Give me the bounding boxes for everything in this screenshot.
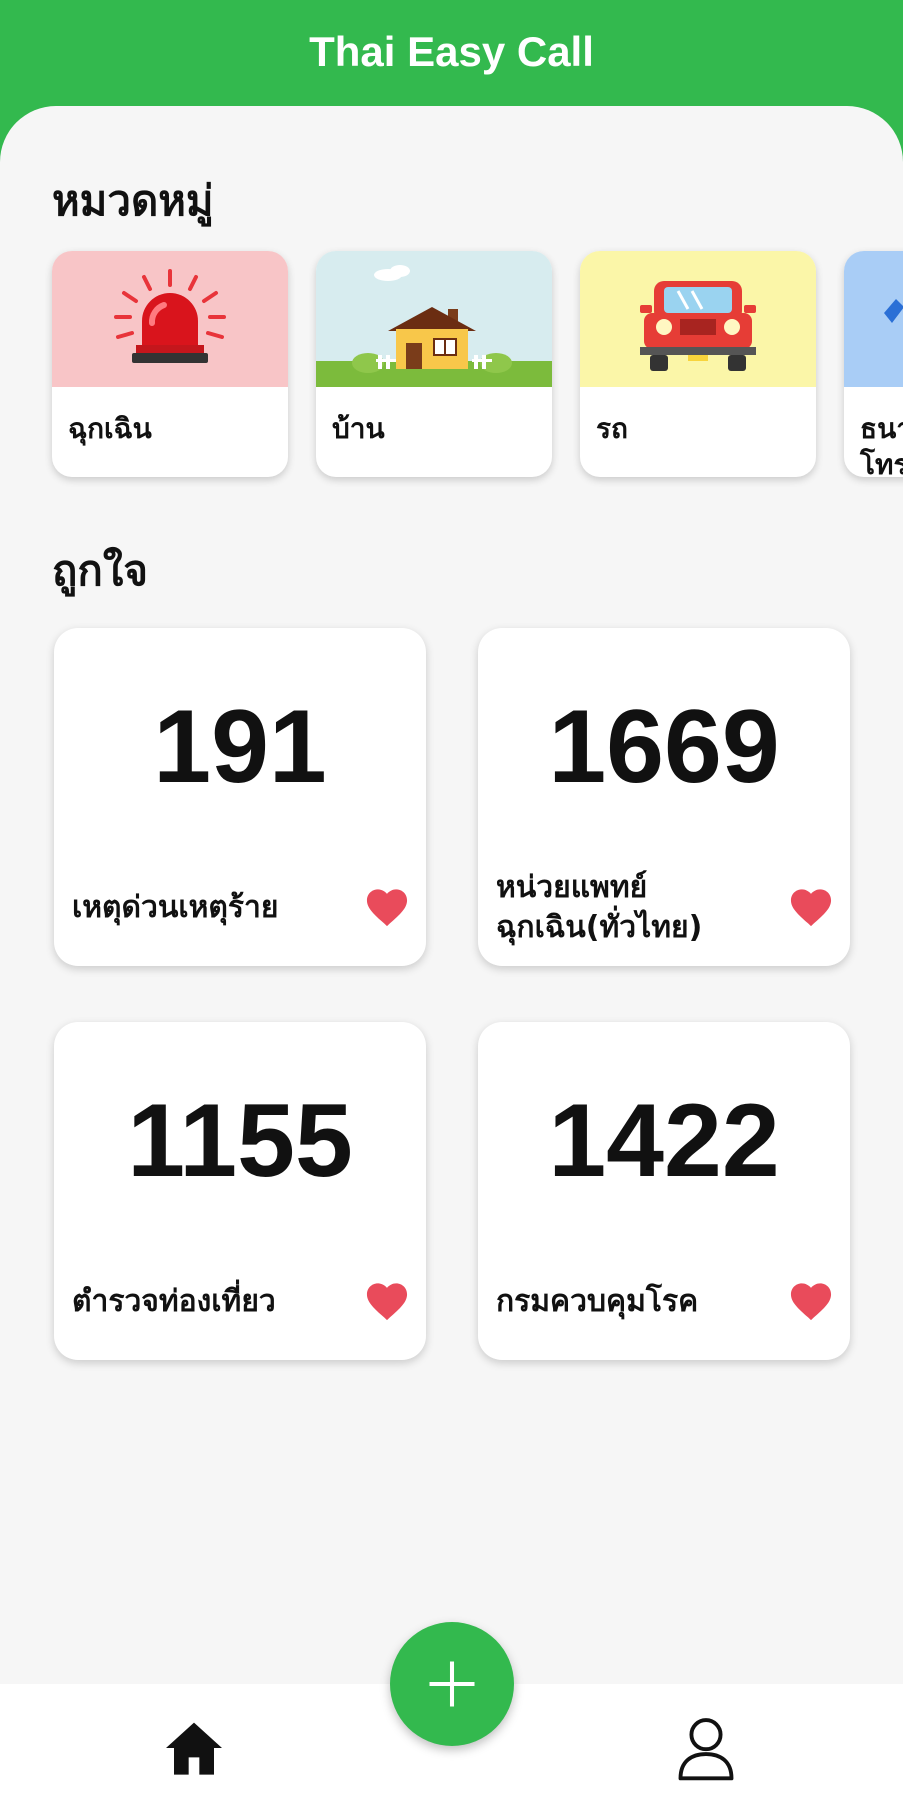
favorite-label: กรมควบคุมโรค [496, 1284, 699, 1319]
favorite-card[interactable]: 1422 กรมควบคุมโรค [478, 1022, 850, 1360]
category-label: ฉุกเฉิน [68, 412, 152, 445]
category-label: บ้าน [332, 412, 385, 445]
main-content[interactable]: หมวดหมู่ ฉุกเฉิน บ้าน รถ ธน โทร ถูกใจ 19… [0, 106, 903, 1686]
favorite-card[interactable]: 1669 หน่วยแพทย์ ฉุกเฉิน(ทั่วไทย) [478, 628, 850, 966]
heart-icon[interactable] [788, 886, 834, 928]
phone-number: 1155 [127, 1083, 353, 1199]
siren-icon [52, 251, 288, 387]
phone-number: 1669 [548, 689, 780, 805]
car-icon [580, 251, 816, 387]
category-card-car[interactable]: รถ [580, 251, 816, 477]
bank-icon [844, 251, 903, 387]
phone-number: 191 [153, 689, 327, 805]
favorite-label: เหตุด่วนเหตุร้าย [72, 890, 279, 925]
favorite-label: หน่วยแพทย์ ฉุกเฉิน(ทั่วไทย) [496, 870, 703, 945]
category-card-emergency[interactable]: ฉุกเฉิน [52, 251, 288, 477]
phone-number: 1422 [548, 1083, 780, 1199]
category-card-bank[interactable]: ธนาคาร โทร [844, 251, 903, 477]
home-icon[interactable] [160, 1716, 228, 1780]
category-card-home[interactable]: บ้าน [316, 251, 552, 477]
app-header: Thai Easy Call [0, 0, 903, 110]
app-title: Thai Easy Call [309, 28, 594, 75]
categories-heading: หมวดหมู่ [52, 176, 214, 225]
category-label: ธนาคาร โทร [860, 412, 903, 477]
heart-icon[interactable] [364, 886, 410, 928]
heart-icon[interactable] [364, 1280, 410, 1322]
house-icon [316, 251, 552, 387]
favorite-label: ตำรวจท่องเที่ยว [72, 1284, 276, 1319]
favorite-card[interactable]: 191 เหตุด่วนเหตุร้าย [54, 628, 426, 966]
user-icon[interactable] [676, 1714, 736, 1782]
category-label: รถ [596, 412, 628, 445]
favorite-card[interactable]: 1155 ตำรวจท่องเที่ยว [54, 1022, 426, 1360]
heart-icon[interactable] [788, 1280, 834, 1322]
plus-icon [429, 1661, 475, 1707]
favorites-heading: ถูกใจ [52, 546, 148, 595]
add-button[interactable] [390, 1622, 514, 1746]
